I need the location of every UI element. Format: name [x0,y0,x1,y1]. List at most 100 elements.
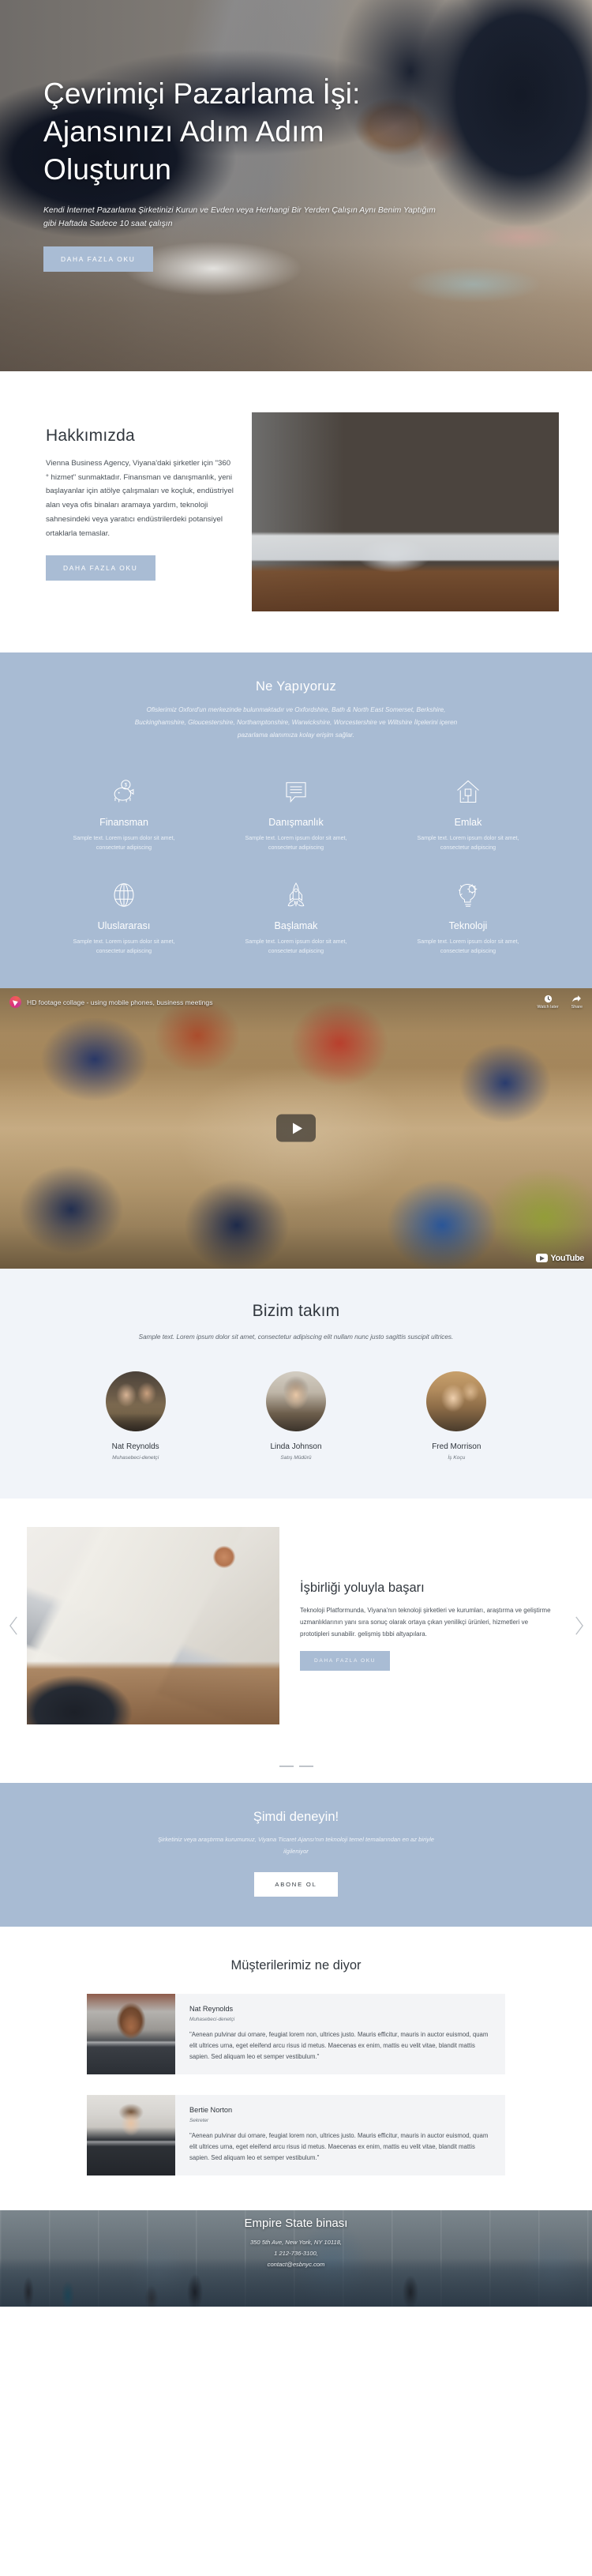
services-title: Ne Yapıyoruz [255,679,337,694]
service-text: Sample text. Lorem ipsum dolor sit amet,… [245,834,347,852]
hero-content: Çevrimiçi Pazarlama İşi: Ajansınızı Adım… [0,0,505,272]
footer-title: Empire State binası [244,2217,348,2231]
hero-read-more-button[interactable]: DAHA FAZLA OKU [43,246,153,272]
chevron-right-icon [575,1616,583,1635]
youtube-label: YouTube [550,1253,584,1263]
service-text: Sample text. Lorem ipsum dolor sit amet,… [245,938,347,955]
service-name: Teknoloji [448,919,488,931]
team-member-role: Satış Müdürü [280,1455,312,1461]
subscribe-text: Şirketiniz veya araştırma kurumunuz, Viy… [157,1835,434,1855]
services-subtitle: Ofislerimiz Oxford'un merkezinde bulunma… [134,706,458,739]
service-item-emlak[interactable]: Emlak Sample text. Lorem ipsum dolor sit… [382,773,554,853]
team-member[interactable]: Linda Johnson Satış Müdürü [215,1371,376,1461]
subscribe-title: Şimdi deneyin! [253,1809,339,1824]
testimonial-card: Bertie Norton Sekreter "Aenean pulvinar … [175,2095,505,2176]
avatar [265,1371,326,1432]
about-section: Hakkımızda Vienna Business Agency, Viyan… [0,371,592,652]
about-title: Hakkımızda [46,427,135,445]
youtube-channel-avatar-icon[interactable] [9,996,21,1009]
play-button[interactable] [276,1114,316,1142]
collaboration-read-more-button[interactable]: DAHA FAZLA OKU [300,1651,391,1672]
subscribe-section: Şimdi deneyin! Şirketiniz veya araştırma… [0,1782,592,1927]
hero-title: Çevrimiçi Pazarlama İşi: Ajansınızı Adım… [43,77,361,186]
video-section[interactable]: HD footage collage - using mobile phones… [0,987,592,1269]
hero-section: Çevrimiçi Pazarlama İşi: Ajansınızı Adım… [0,0,592,371]
collaboration-title: İşbirliği yoluyla başarı [300,1580,425,1595]
divider-dash [279,1766,294,1767]
service-text: Sample text. Lorem ipsum dolor sit amet,… [417,938,519,955]
testimonials-section: Müşterilerimiz ne diyor Nat Reynolds Muh… [0,1927,592,2211]
team-title: Bizim takım [252,1301,340,1320]
collaboration-body: Teknoloji Platformunda, Viyana'nın tekno… [300,1606,551,1638]
avatar [105,1371,166,1432]
service-item-teknoloji[interactable]: Teknoloji Sample text. Lorem ipsum dolor… [382,877,554,957]
share-arrow-icon [572,995,582,1002]
globe-icon [38,877,210,913]
service-item-uluslararasi[interactable]: Uluslararası Sample text. Lorem ipsum do… [38,877,210,957]
testimonial-row: Bertie Norton Sekreter "Aenean pulvinar … [87,2095,505,2176]
service-name: Başlamak [274,919,318,931]
piggy-bank-icon: $ [38,773,210,810]
team-member[interactable]: Fred Morrison İş Koçu [377,1371,537,1461]
team-member-role: İş Koçu [448,1455,466,1461]
service-item-finansman[interactable]: $ Finansman Sample text. Lorem ipsum dol… [38,773,210,853]
rocket-icon [210,877,382,913]
about-read-more-button[interactable]: DAHA FAZLA OKU [46,555,155,581]
about-body: Vienna Business Agency, Viyana'daki şirk… [46,459,234,538]
services-section: Ne Yapıyoruz Ofislerimiz Oxford'un merke… [0,652,592,988]
share-label: Share [571,1005,583,1010]
footer-address: 350 5th Ave, New York, NY 10118, 1 212-7… [249,2239,343,2269]
footer-section: Empire State binası 350 5th Ave, New Yor… [0,2210,592,2307]
hero-subtitle: Kendi İnternet Pazarlama Şirketinizi Kur… [43,206,436,229]
collaboration-content: İşbirliği yoluyla başarı Teknoloji Platf… [279,1581,565,1672]
service-item-baslamak[interactable]: Başlamak Sample text. Lorem ipsum dolor … [210,877,382,957]
service-name: Finansman [99,816,148,828]
team-member[interactable]: Nat Reynolds Muhasebeci-denetçi [55,1371,215,1461]
service-name: Emlak [454,816,482,828]
chat-bubble-icon [210,773,382,810]
services-grid: $ Finansman Sample text. Lorem ipsum dol… [0,773,592,957]
divider-dash [298,1766,313,1767]
team-member-role: Muhasebeci-denetçi [112,1455,159,1461]
youtube-watermark[interactable]: YouTube [536,1254,584,1263]
video-top-bar: HD footage collage - using mobile phones… [0,988,592,1017]
service-name: Danışmanlık [268,816,324,828]
about-photo [252,412,559,611]
testimonial-author-role: Muhasebeci-denetçi [189,2017,235,2023]
watch-later-button[interactable]: Watch later [538,995,559,1010]
section-divider [0,1748,592,1783]
subscribe-button[interactable]: ABONE OL [254,1872,338,1897]
youtube-play-icon [536,1254,549,1263]
lightbulb-gear-icon [382,877,554,913]
testimonial-author-name: Bertie Norton [189,2106,233,2115]
team-grid: Nat Reynolds Muhasebeci-denetçi Linda Jo… [0,1371,592,1461]
watch-later-label: Watch later [537,1005,559,1010]
testimonial-photo [87,2095,175,2176]
service-text: Sample text. Lorem ipsum dolor sit amet,… [73,834,175,852]
team-member-name: Fred Morrison [432,1442,481,1452]
service-item-danismanlik[interactable]: Danışmanlık Sample text. Lorem ipsum dol… [210,773,382,853]
avatar [426,1371,487,1432]
testimonial-author-name: Nat Reynolds [189,2005,234,2014]
testimonials-title: Müşterilerimiz ne diyor [230,1958,362,1973]
team-subtitle: Sample text. Lorem ipsum dolor sit amet,… [138,1333,454,1341]
testimonial-quote: "Aenean pulvinar dui ornare, feugiat lor… [189,2031,489,2060]
footer-content: Empire State binası 350 5th Ave, New Yor… [0,2210,592,2270]
service-name: Uluslararası [97,919,151,931]
collaboration-photo [27,1527,279,1725]
carousel-prev-button[interactable] [0,1615,27,1636]
about-text-column: Hakkımızda Vienna Business Agency, Viyan… [0,412,249,611]
testimonial-card: Nat Reynolds Muhasebeci-denetçi "Aenean … [175,1994,505,2075]
house-icon [382,773,554,810]
testimonial-row: Nat Reynolds Muhasebeci-denetçi "Aenean … [87,1994,505,2075]
video-title[interactable]: HD footage collage - using mobile phones… [27,998,525,1006]
carousel-next-button[interactable] [565,1615,592,1636]
service-text: Sample text. Lorem ipsum dolor sit amet,… [417,834,519,852]
share-button[interactable]: Share [571,995,583,1010]
clock-icon [544,995,552,1003]
collaboration-section: İşbirliği yoluyla başarı Teknoloji Platf… [0,1499,592,1749]
service-text: Sample text. Lorem ipsum dolor sit amet,… [73,938,175,955]
chevron-left-icon [9,1616,17,1635]
team-member-name: Nat Reynolds [111,1442,159,1452]
svg-text:$: $ [125,783,128,788]
